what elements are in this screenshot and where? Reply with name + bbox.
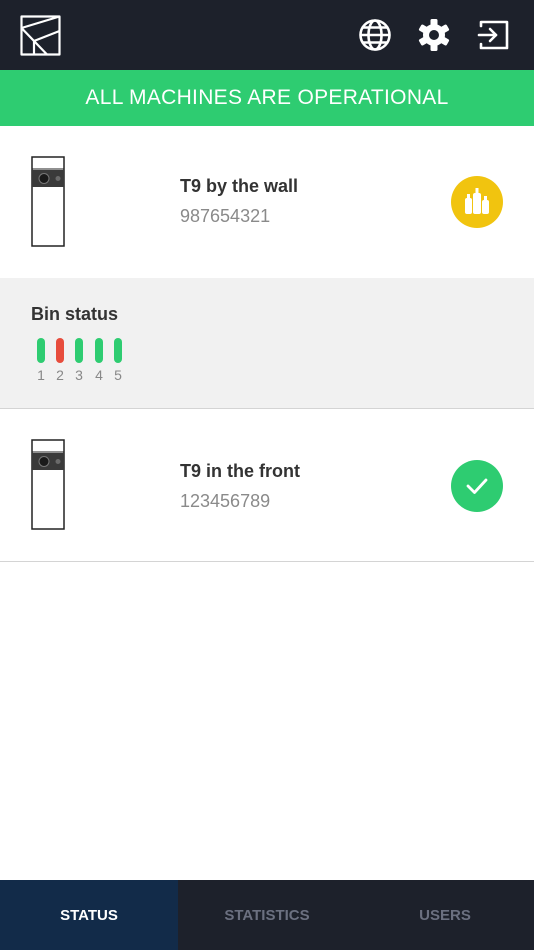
machine-serial: 987654321 bbox=[180, 206, 271, 226]
status-badge[interactable] bbox=[451, 460, 503, 512]
bin-indicator: 2 bbox=[50, 338, 70, 383]
bin-level-bar bbox=[56, 338, 64, 363]
tab-statistics[interactable]: STATISTICS bbox=[178, 880, 356, 950]
bin-level-bar bbox=[75, 338, 83, 363]
status-banner-text: ALL MACHINES ARE OPERATIONAL bbox=[85, 86, 449, 109]
bin-number: 3 bbox=[75, 367, 83, 383]
globe-icon[interactable] bbox=[358, 18, 392, 52]
logout-icon[interactable] bbox=[477, 18, 511, 52]
machine-icon bbox=[31, 156, 65, 247]
machine-icon bbox=[31, 439, 65, 530]
machine-row[interactable]: T9 in the front 123456789 bbox=[0, 409, 534, 561]
bin-number: 2 bbox=[56, 367, 64, 383]
bin-level-bar bbox=[114, 338, 122, 363]
bottles-icon bbox=[465, 188, 489, 214]
bottom-nav: STATUS STATISTICS USERS bbox=[0, 880, 534, 950]
bin-status-title: Bin status bbox=[31, 304, 119, 324]
bin-indicator: 3 bbox=[69, 338, 89, 383]
status-badge[interactable] bbox=[451, 176, 503, 228]
tab-status[interactable]: STATUS bbox=[0, 880, 178, 950]
logo-icon bbox=[20, 15, 61, 56]
machine-name: T9 by the wall bbox=[180, 176, 299, 196]
bin-level-bar bbox=[37, 338, 45, 363]
divider bbox=[0, 561, 534, 562]
machine-serial: 123456789 bbox=[180, 491, 271, 511]
tab-users[interactable]: USERS bbox=[356, 880, 534, 950]
machine-row[interactable]: T9 by the wall 987654321 bbox=[0, 126, 534, 278]
gear-icon[interactable] bbox=[417, 18, 451, 52]
bin-number: 4 bbox=[95, 367, 103, 383]
machine-name: T9 in the front bbox=[180, 461, 300, 481]
bin-indicator: 4 bbox=[89, 338, 109, 383]
status-banner: ALL MACHINES ARE OPERATIONAL bbox=[0, 70, 534, 126]
top-bar bbox=[0, 0, 534, 70]
bin-indicator: 1 bbox=[31, 338, 51, 383]
bin-number: 1 bbox=[37, 367, 45, 383]
bin-level-bar bbox=[95, 338, 103, 363]
bin-status-panel: Bin status 1 2 3 4 5 bbox=[0, 278, 534, 409]
bin-indicator: 5 bbox=[108, 338, 128, 383]
bin-number: 5 bbox=[114, 367, 122, 383]
check-icon bbox=[466, 478, 488, 494]
